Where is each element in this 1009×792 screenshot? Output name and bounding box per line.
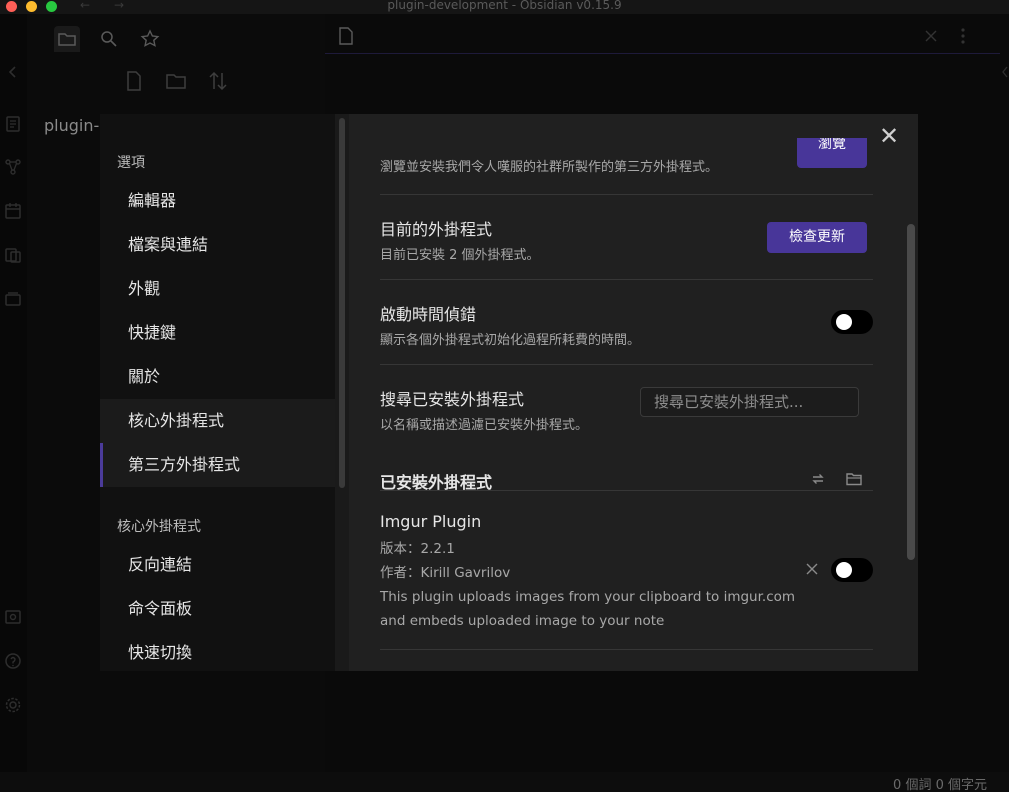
close-settings-button[interactable]: ✕ — [877, 124, 901, 148]
settings-nav-files-links[interactable]: 檔案與連結 — [100, 223, 335, 267]
left-pane-tabs — [49, 22, 325, 56]
debug-startup-desc: 顯示各個外掛程式初始化過程所耗費的時間。 — [380, 333, 641, 348]
tab-search[interactable] — [96, 26, 122, 52]
plugin-version: 版本：2.2.1 — [380, 541, 455, 557]
content-scroll-thumb[interactable] — [907, 224, 915, 560]
graph-view-icon[interactable] — [3, 157, 23, 177]
settings-content: ✕ 瀏覽並安裝我們令人嘆服的社群所製作的第三方外掛程式。 瀏覽 目前的外掛程式 … — [349, 114, 918, 671]
settings-nav-command-palette[interactable]: 命令面板 — [100, 587, 335, 631]
uninstall-plugin-icon[interactable] — [804, 561, 820, 577]
new-folder-icon[interactable] — [164, 69, 188, 93]
settings-nav-editor[interactable]: 編輯器 — [100, 179, 335, 223]
collapse-left-icon[interactable] — [3, 62, 23, 82]
templates-icon[interactable] — [3, 245, 23, 265]
plugin-item-imgur: Imgur Plugin 版本：2.2.1 作者：Kirill Gavrilov… — [380, 512, 800, 633]
editor-tab-header — [325, 22, 1000, 54]
reload-plugins-icon[interactable] — [809, 470, 827, 488]
settings-sidebar-scrollbar[interactable] — [335, 114, 349, 671]
check-updates-button[interactable]: 檢查更新 — [767, 222, 867, 253]
vault-switcher-icon[interactable] — [3, 607, 23, 627]
debug-startup-title: 啟動時間偵錯 — [380, 305, 477, 324]
open-plugins-folder-icon[interactable] — [845, 470, 863, 488]
plugin-author: 作者：Kirill Gavrilov — [380, 565, 511, 581]
left-ribbon — [0, 14, 27, 772]
file-icon — [337, 26, 355, 46]
settings-nav-backlinks[interactable]: 反向連結 — [100, 543, 335, 587]
tab-starred[interactable] — [137, 26, 163, 52]
right-sidebar-collapsed — [1000, 14, 1009, 772]
settings-nav-core-plugins[interactable]: 核心外掛程式 — [100, 399, 335, 443]
daily-note-icon[interactable] — [3, 201, 23, 221]
settings-nav-community-plugins[interactable]: 第三方外掛程式 — [100, 443, 335, 487]
file-explorer-toolbar — [122, 69, 242, 95]
close-tab-icon[interactable] — [923, 28, 939, 44]
plugin-description-line1: This plugin uploads images from your cli… — [380, 589, 796, 605]
browse-plugins-button[interactable]: 瀏覽 — [797, 138, 867, 168]
expand-right-icon[interactable] — [1000, 64, 1009, 80]
toggle-knob — [836, 314, 852, 330]
tab-file-explorer[interactable] — [54, 26, 80, 52]
toggle-knob — [836, 562, 852, 578]
settings-nav-hotkeys[interactable]: 快捷鍵 — [100, 311, 335, 355]
plugin-name: Imgur Plugin — [380, 512, 482, 531]
debug-startup-toggle[interactable] — [831, 310, 873, 334]
window-title: plugin-development - Obsidian v0.15.9 — [387, 0, 622, 12]
settings-nav-about[interactable]: 關於 — [100, 355, 335, 399]
search-plugins-input[interactable] — [640, 387, 859, 417]
settings-nav-quick-switcher[interactable]: 快速切換 — [100, 631, 335, 671]
title-bar: ← → plugin-development - Obsidian v0.15.… — [0, 0, 1009, 14]
sort-icon[interactable] — [206, 69, 230, 93]
new-note-icon[interactable] — [122, 69, 146, 93]
divider — [380, 194, 873, 195]
more-options-icon[interactable] — [957, 26, 969, 46]
divider — [380, 649, 873, 650]
status-bar: 0 個詞 0 個字元 — [0, 772, 1009, 792]
plugin-description-line2: and embeds uploaded image to your note — [380, 613, 665, 629]
settings-sidebar: 選項 編輯器 檔案與連結 外觀 快捷鍵 關於 核心外掛程式 第三方外掛程式 核心… — [100, 114, 335, 671]
divider — [380, 490, 873, 491]
settings-modal: 選項 編輯器 檔案與連結 外觀 快捷鍵 關於 核心外掛程式 第三方外掛程式 核心… — [100, 114, 918, 671]
slides-icon[interactable] — [3, 289, 23, 309]
settings-options-heading: 選項 — [117, 155, 145, 171]
debug-startup-setting: 啟動時間偵錯 顯示各個外掛程式初始化過程所耗費的時間。 — [380, 301, 873, 348]
divider — [380, 279, 873, 280]
settings-nav-appearance[interactable]: 外觀 — [100, 267, 335, 311]
open-quick-switcher-icon[interactable] — [3, 114, 23, 134]
settings-content-scrollbar[interactable] — [904, 114, 918, 671]
help-icon[interactable] — [3, 651, 23, 671]
sidebar-scroll-thumb[interactable] — [339, 118, 345, 488]
imgur-plugin-toggle[interactable] — [831, 558, 873, 582]
settings-gear-icon[interactable] — [3, 695, 23, 715]
settings-core-plugins-heading: 核心外掛程式 — [117, 519, 201, 535]
word-count: 0 個詞 0 個字元 — [893, 778, 987, 792]
divider — [380, 364, 873, 365]
